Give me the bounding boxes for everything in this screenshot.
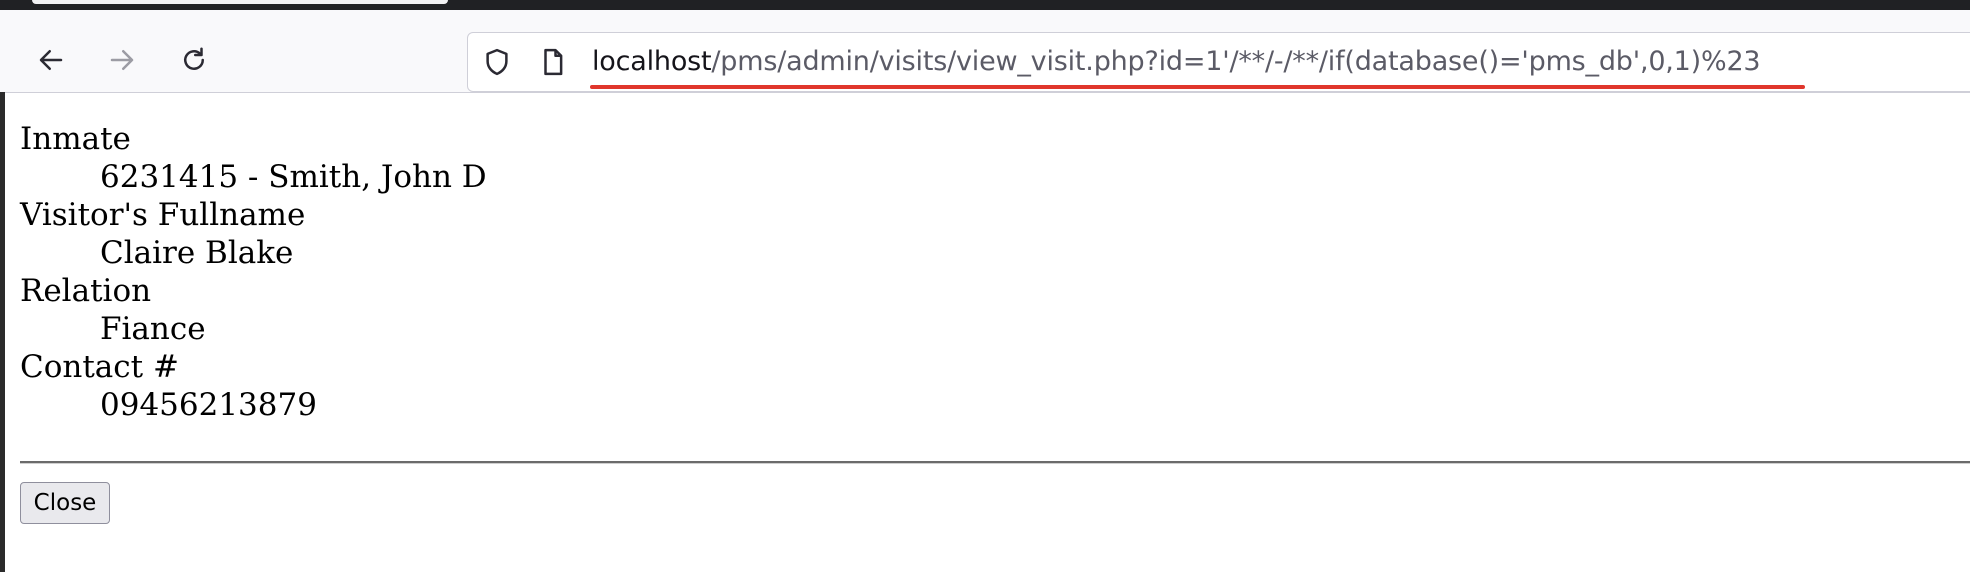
visit-details-list: Inmate 6231415 - Smith, John D Visitor's…: [20, 120, 1960, 424]
relation-value: Fiance: [100, 311, 206, 347]
url-host: localhost: [592, 46, 712, 77]
inmate-label: Inmate: [20, 121, 131, 157]
arrow-right-icon: [110, 50, 134, 70]
close-button[interactable]: Close: [20, 482, 110, 524]
url-path: /pms/admin/visits/view_visit.php?id=1'/*…: [711, 46, 1761, 77]
shield-icon[interactable]: [482, 47, 512, 77]
contact-label: Contact #: [20, 349, 179, 385]
browser-toolbar: localhost/pms/admin/visits/view_visit.ph…: [0, 10, 1970, 93]
back-button[interactable]: [29, 38, 73, 82]
active-tab[interactable]: [32, 0, 448, 4]
url-bar[interactable]: localhost/pms/admin/visits/view_visit.ph…: [467, 32, 1970, 92]
contact-value: 09456213879: [100, 387, 317, 423]
relation-label: Relation: [20, 273, 152, 309]
visitor-fullname-label: Visitor's Fullname: [20, 197, 306, 233]
url-highlight-underline: [590, 85, 1805, 89]
visit-details: Inmate 6231415 - Smith, John D Visitor's…: [20, 120, 1960, 424]
reload-icon: [184, 47, 204, 70]
tab-strip: [0, 0, 1970, 10]
reload-button[interactable]: [172, 38, 216, 82]
arrow-left-icon: [39, 50, 63, 70]
window-edge: [0, 92, 5, 572]
visitor-fullname-value: Claire Blake: [100, 235, 294, 271]
page-icon[interactable]: [538, 47, 568, 77]
inmate-value: 6231415 - Smith, John D: [100, 159, 487, 195]
forward-button[interactable]: [100, 38, 144, 82]
url-text[interactable]: localhost/pms/admin/visits/view_visit.ph…: [592, 43, 1761, 81]
horizontal-divider: [20, 461, 1970, 464]
